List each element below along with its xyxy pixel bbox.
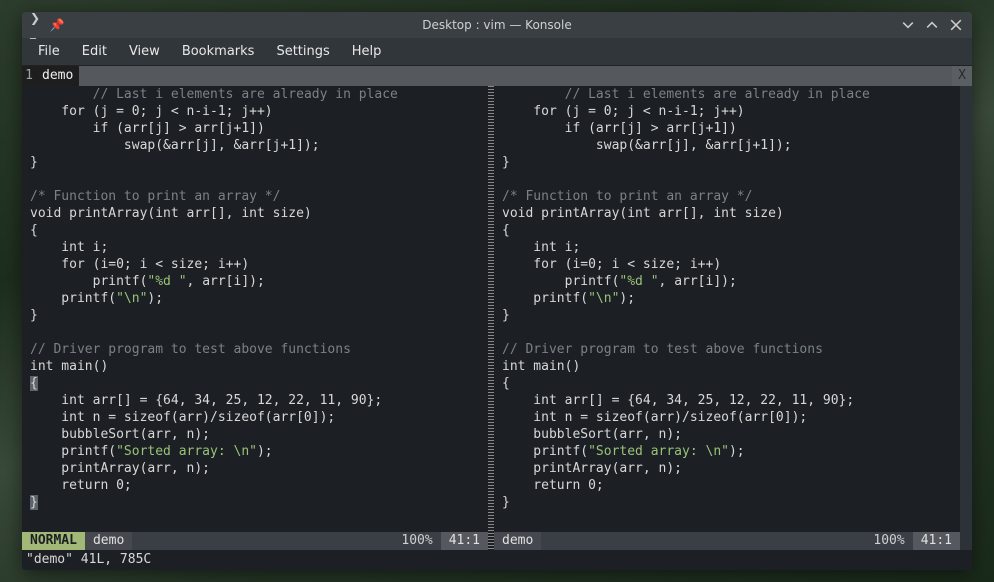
cursor-pos: 41:1 <box>913 532 960 550</box>
vim-tabline: 1 demo X <box>22 66 972 86</box>
left-pane[interactable]: // Last i elements are already in place … <box>22 86 488 550</box>
konsole-scrollbar[interactable] <box>960 86 972 550</box>
menubar: File Edit View Bookmarks Settings Help <box>22 38 972 66</box>
editor-area: // Last i elements are already in place … <box>22 86 972 550</box>
cursor-pos: 41:1 <box>441 532 488 550</box>
cursor: { <box>30 376 38 391</box>
tabline-spacer <box>79 66 952 86</box>
vim-cmdline[interactable]: "demo" 41L, 785C <box>22 550 972 570</box>
code-text: // Last i elements are already in place … <box>30 87 398 510</box>
file-name: demo <box>85 532 132 550</box>
titlebar[interactable]: ❯_ 📌 Desktop : vim — Konsole <box>22 12 972 38</box>
file-name: demo <box>494 532 541 550</box>
pin-icon[interactable]: 📌 <box>50 18 64 32</box>
menu-edit[interactable]: Edit <box>72 40 117 63</box>
maximize-button[interactable] <box>922 15 942 35</box>
code-left[interactable]: // Last i elements are already in place … <box>22 86 488 532</box>
scroll-percent: 100% <box>865 532 912 550</box>
app-icon: ❯_ <box>30 18 44 32</box>
code-right[interactable]: // Last i elements are already in place … <box>494 86 960 532</box>
mode-indicator: NORMAL <box>22 532 85 550</box>
scroll-percent: 100% <box>393 532 440 550</box>
konsole-window: ❯_ 📌 Desktop : vim — Konsole File Edit V… <box>22 12 972 570</box>
window-title: Desktop : vim — Konsole <box>22 18 972 32</box>
tab-name[interactable]: demo <box>36 66 79 86</box>
tab-number[interactable]: 1 <box>22 66 36 86</box>
menu-view[interactable]: View <box>119 40 170 63</box>
tab-close[interactable]: X <box>952 66 972 86</box>
menu-help[interactable]: Help <box>342 40 392 63</box>
menu-bookmarks[interactable]: Bookmarks <box>172 40 265 63</box>
menu-file[interactable]: File <box>28 40 70 63</box>
right-pane[interactable]: // Last i elements are already in place … <box>494 86 960 550</box>
code-text: // Last i elements are already in place … <box>502 87 870 510</box>
close-button[interactable] <box>946 15 966 35</box>
statusline-fill <box>541 532 865 550</box>
statusline-left: NORMAL demo 100% 41:1 <box>22 532 488 550</box>
statusline-right: demo 100% 41:1 <box>494 532 960 550</box>
minimize-button[interactable] <box>898 15 918 35</box>
menu-settings[interactable]: Settings <box>266 40 339 63</box>
statusline-fill <box>132 532 393 550</box>
